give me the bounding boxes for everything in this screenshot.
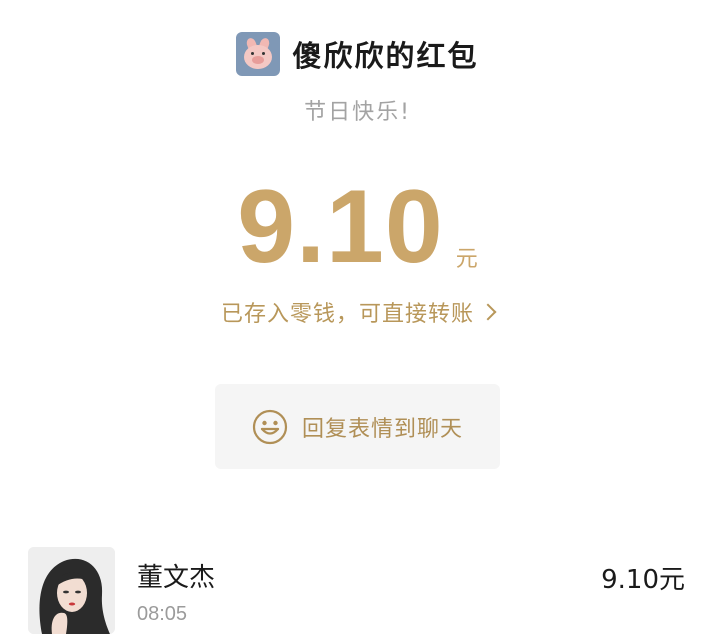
- amount-unit: 元: [455, 247, 478, 272]
- user-avatar[interactable]: [28, 547, 115, 634]
- deposit-link-label: 已存入零钱，可直接转账: [220, 302, 474, 327]
- chevron-right-icon: [479, 303, 497, 321]
- greeting-text: 节日快乐!: [304, 100, 411, 125]
- receiver-name: 董文杰: [137, 563, 216, 593]
- receiver-row[interactable]: 董文杰 08:05 9.10元: [0, 545, 715, 635]
- receiver-amount: 9.10元: [601, 565, 685, 595]
- deposit-link[interactable]: 已存入零钱，可直接转账: [0, 296, 715, 328]
- red-packet-header: 傻欣欣的红包: [0, 30, 715, 78]
- amount-value: 9.10: [237, 169, 444, 285]
- receiver-time: 08:05: [137, 603, 188, 625]
- smile-icon: [252, 409, 288, 444]
- red-packet-title: 傻欣欣的红包: [292, 39, 479, 73]
- reply-sticker-button[interactable]: 回复表情到聊天: [215, 384, 500, 469]
- amount-display: 9.10 元: [0, 169, 715, 285]
- pig-avatar-icon[interactable]: [236, 32, 281, 76]
- reply-sticker-label: 回复表情到聊天: [301, 416, 463, 442]
